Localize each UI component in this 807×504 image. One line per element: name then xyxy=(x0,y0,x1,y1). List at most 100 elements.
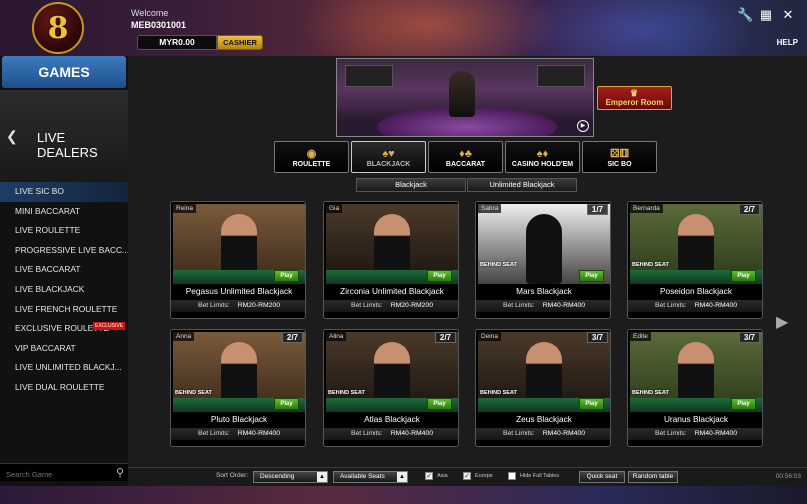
sort-field-value: Available Seats xyxy=(340,473,385,480)
back-arrow-icon[interactable]: ❮ xyxy=(6,128,18,145)
close-icon[interactable]: ✕ xyxy=(781,8,795,22)
play-button[interactable]: Play xyxy=(731,398,756,410)
next-page-arrow-icon[interactable]: ▶ xyxy=(776,312,788,332)
europe-checkbox[interactable]: ✓ xyxy=(463,472,471,480)
table-name: Pluto Blackjack xyxy=(210,414,268,424)
sidebar-item-mini-baccarat[interactable]: MINI BACCARAT xyxy=(0,202,128,222)
bottom-toolbar: Sort Order: Descending ▲ Available Seats… xyxy=(128,467,807,486)
sidebar-item-vip-baccarat[interactable]: VIP BACCARAT xyxy=(0,339,128,359)
tab-label: SIC BO xyxy=(607,161,632,168)
search-input[interactable] xyxy=(0,465,108,484)
cards-icon: ♠♦ xyxy=(536,148,549,160)
bet-limits: Bet Limits: RM20-RM200 xyxy=(171,300,305,312)
dealer-name: Edite xyxy=(630,332,651,341)
tab-baccarat[interactable]: ♦♣ BACCARAT xyxy=(428,141,503,173)
table-card[interactable]: Bernarda 2/7 BEHIND SEAT Play Poseidon B… xyxy=(627,201,763,319)
bet-limits: Bet Limits: RM20-RM200 xyxy=(324,300,458,312)
sidebar-item-live-roulette[interactable]: LIVE ROULETTE xyxy=(0,221,128,241)
table-card[interactable]: Sabra 1/7 BEHIND SEAT Play Mars Blackjac… xyxy=(475,201,611,319)
tab-sic-bo[interactable]: ⚄⚅ SIC BO xyxy=(582,141,657,173)
seats-count: 2/7 xyxy=(281,332,303,343)
seats-count: 2/7 xyxy=(738,204,760,215)
tab-label: BACCARAT xyxy=(445,161,486,168)
table-card[interactable]: Edite 3/7 BEHIND SEAT Play Uranus Blackj… xyxy=(627,329,763,447)
play-icon[interactable]: ▶ xyxy=(577,120,589,132)
help-link[interactable]: HELP xyxy=(777,38,798,47)
logo-text: 8 xyxy=(47,10,69,46)
dropdown-arrow-icon: ▲ xyxy=(317,472,327,482)
play-button[interactable]: Play xyxy=(579,398,604,410)
sort-order-value: Descending xyxy=(260,473,295,480)
wrench-icon[interactable]: 🔧 xyxy=(737,8,753,22)
main-content: ▶ ♛ Emperor Room ◉ ROULETTE ♠♥ BLACKJACK ♦… xyxy=(128,56,807,504)
table-card[interactable]: Alina 2/7 BEHIND SEAT Play Atlas Blackja… xyxy=(323,329,459,447)
sort-field-select[interactable]: Available Seats ▲ xyxy=(333,471,408,483)
tab-blackjack-sub[interactable]: Blackjack xyxy=(356,178,466,192)
random-table-button[interactable]: Random table xyxy=(628,471,678,483)
table-name: Zeus Blackjack xyxy=(516,414,572,424)
quick-seat-button[interactable]: Quick seat xyxy=(579,471,625,483)
sub-tabs: Blackjack Unlimited Blackjack xyxy=(356,178,577,192)
tab-roulette[interactable]: ◉ ROULETTE xyxy=(274,141,349,173)
play-button[interactable]: Play xyxy=(579,270,604,282)
limits-value: RM20-RM200 xyxy=(237,302,281,309)
asia-label: Asia xyxy=(437,473,448,479)
europe-label: Europe xyxy=(475,473,493,479)
asia-checkbox[interactable]: ✓ xyxy=(425,472,433,480)
sidebar-item-live-blackjack[interactable]: LIVE BLACKJACK xyxy=(0,280,128,300)
game-type-tabs: ◉ ROULETTE ♠♥ BLACKJACK ♦♣ BACCARAT ♠♦ CASIN… xyxy=(274,141,657,173)
sort-order-select[interactable]: Descending ▲ xyxy=(253,471,328,483)
sidebar-item-live-unlimited-blackjack[interactable]: LIVE UNLIMITED BLACKJ... xyxy=(0,358,128,378)
header-background-glow xyxy=(520,0,760,56)
cashier-button[interactable]: CASHIER xyxy=(217,35,263,50)
table-card[interactable]: Gia Play Zirconia Unlimited Blackjack Be… xyxy=(323,201,459,319)
hide-full-tables-checkbox[interactable] xyxy=(508,472,516,480)
sidebar-item-live-dual-roulette[interactable]: LIVE DUAL ROULETTE xyxy=(0,378,128,398)
table-card[interactable]: Reina Play Pegasus Unlimited Blackjack B… xyxy=(170,201,306,319)
brand-logo[interactable]: 8 xyxy=(32,2,84,54)
dealer-name: Alina xyxy=(326,332,347,341)
preview-dealer xyxy=(449,71,475,117)
sidebar-item-exclusive-roulette[interactable]: EXCLUSIVE ROULETTE EXCLUSIVE xyxy=(0,319,128,339)
live-dealers-header: ❮ LIVE DEALERS xyxy=(0,90,128,182)
limits-label: Bet Limits: xyxy=(197,430,230,437)
limits-label: Bet Limits: xyxy=(654,302,687,309)
behind-seat-badge: BEHIND SEAT xyxy=(632,390,669,396)
tab-unlimited-blackjack[interactable]: Unlimited Blackjack xyxy=(467,178,577,192)
sidebar-item-live-baccarat[interactable]: LIVE BACCARAT xyxy=(0,260,128,280)
play-button[interactable]: Play xyxy=(427,270,452,282)
cards-icon: ♠♥ xyxy=(382,148,395,160)
dealer-name: Bernarda xyxy=(630,204,663,213)
table-card[interactable]: Deina 3/7 BEHIND SEAT Play Zeus Blackjac… xyxy=(475,329,611,447)
balance-display: MYR0.00 xyxy=(137,35,217,50)
dealer-name: Anna xyxy=(173,332,195,341)
behind-seat-badge: BEHIND SEAT xyxy=(480,390,517,396)
search-icon[interactable]: ⚲ xyxy=(116,466,124,479)
table-name: Pegasus Unlimited Blackjack xyxy=(185,286,293,296)
games-button[interactable]: GAMES xyxy=(2,56,126,88)
clock: 00:56:03 xyxy=(775,473,801,480)
tab-casino-holdem[interactable]: ♠♦ CASINO HOLD'EM xyxy=(505,141,580,173)
emperor-room-button[interactable]: ♛ Emperor Room xyxy=(597,86,672,110)
preview-screen xyxy=(345,65,393,87)
play-button[interactable]: Play xyxy=(731,270,756,282)
play-button[interactable]: Play xyxy=(427,398,452,410)
preview-screen xyxy=(537,65,585,87)
sidebar: GAMES ❮ LIVE DEALERS LIVE SIC BO MINI BA… xyxy=(0,56,128,504)
limits-value: RM40-RM400 xyxy=(694,302,738,309)
header-icons: 🔧 ▦ ✕ xyxy=(737,8,795,22)
bet-limits: Bet Limits: RM40-RM400 xyxy=(628,428,762,440)
play-button[interactable]: Play xyxy=(274,398,299,410)
sidebar-item-progressive-live-baccarat[interactable]: PROGRESSIVE LIVE BACC... xyxy=(0,241,128,261)
limits-value: RM40-RM400 xyxy=(542,430,586,437)
hide-full-tables-label: Hide Full Tables xyxy=(520,473,560,479)
limits-value: RM40-RM400 xyxy=(237,430,281,437)
sidebar-item-live-sic-bo[interactable]: LIVE SIC BO xyxy=(0,182,128,202)
sidebar-item-live-french-roulette[interactable]: LIVE FRENCH ROULETTE xyxy=(0,300,128,320)
table-card[interactable]: Anna 2/7 BEHIND SEAT Play Pluto Blackjac… xyxy=(170,329,306,447)
play-button[interactable]: Play xyxy=(274,270,299,282)
welcome-text: Welcome xyxy=(131,8,169,18)
grid-icon[interactable]: ▦ xyxy=(759,8,773,22)
tab-blackjack[interactable]: ♠♥ BLACKJACK xyxy=(351,141,426,173)
live-preview-video[interactable]: ▶ xyxy=(336,58,594,137)
